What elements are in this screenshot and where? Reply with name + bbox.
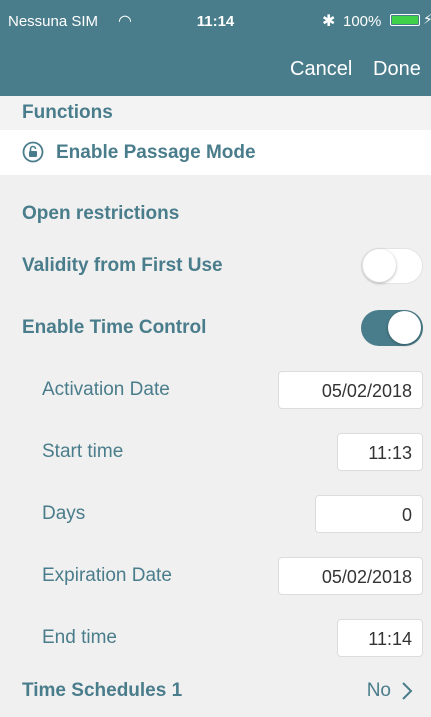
expiration-date-label: Expiration Date bbox=[42, 565, 172, 586]
end-time-label: End time bbox=[42, 627, 117, 648]
time-schedules-label: Time Schedules 1 bbox=[22, 680, 183, 701]
done-button[interactable]: Done bbox=[373, 58, 421, 81]
time-control-row: Enable Time Control bbox=[0, 297, 431, 359]
battery-percent: 100% bbox=[343, 13, 382, 30]
functions-section-header: Functions bbox=[0, 96, 431, 130]
toggle-knob bbox=[363, 249, 396, 282]
end-time-row: End time 11:14 bbox=[0, 607, 431, 669]
time-schedules-row[interactable]: Time Schedules 1 No bbox=[0, 665, 431, 717]
charging-icon: ⚡ bbox=[423, 11, 431, 27]
days-field[interactable]: 0 bbox=[315, 495, 423, 533]
validity-toggle[interactable] bbox=[361, 248, 423, 284]
time-control-toggle[interactable] bbox=[361, 310, 423, 346]
passage-mode-label: Enable Passage Mode bbox=[56, 142, 256, 163]
functions-header-label: Functions bbox=[22, 102, 113, 123]
time-control-label: Enable Time Control bbox=[22, 317, 207, 338]
chevron-right-icon bbox=[402, 682, 413, 700]
expiration-date-row: Expiration Date 05/02/2018 bbox=[0, 545, 431, 607]
bluetooth-icon: ✱ bbox=[322, 13, 336, 30]
start-time-field[interactable]: 11:13 bbox=[337, 433, 423, 471]
validity-row: Validity from First Use bbox=[0, 235, 431, 297]
lock-icon bbox=[22, 141, 44, 163]
days-label: Days bbox=[42, 503, 86, 524]
cancel-button[interactable]: Cancel bbox=[290, 58, 352, 81]
start-time-row: Start time 11:13 bbox=[0, 421, 431, 483]
battery-icon bbox=[390, 14, 420, 26]
start-time-label: Start time bbox=[42, 441, 124, 462]
validity-label: Validity from First Use bbox=[22, 255, 223, 276]
time-schedules-value: No bbox=[366, 680, 391, 701]
nav-bar: Cancel Done bbox=[0, 42, 431, 96]
expiration-date-field[interactable]: 05/02/2018 bbox=[278, 557, 423, 595]
status-bar: Nessuna SIM ◠ 11:14 ✱ 100% ⚡ bbox=[0, 0, 431, 42]
activation-date-row: Activation Date 05/02/2018 bbox=[0, 359, 431, 421]
end-time-field[interactable]: 11:14 bbox=[337, 619, 423, 657]
activation-date-field[interactable]: 05/02/2018 bbox=[278, 371, 423, 409]
activation-date-label: Activation Date bbox=[42, 379, 170, 400]
days-row: Days 0 bbox=[0, 483, 431, 545]
enable-passage-mode-row[interactable]: Enable Passage Mode bbox=[0, 130, 431, 175]
toggle-knob bbox=[388, 311, 421, 344]
open-restrictions-header-label: Open restrictions bbox=[22, 203, 180, 224]
open-restrictions-section-header: Open restrictions bbox=[0, 175, 431, 235]
